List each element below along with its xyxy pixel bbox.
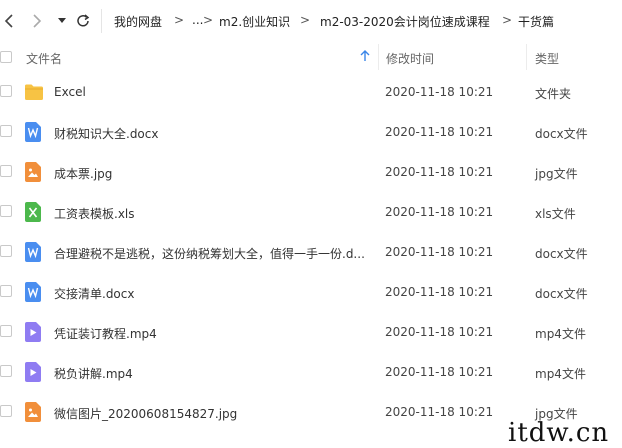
forward-arrow-icon [33,14,42,28]
file-modified-time: 2020-11-18 10:21 [385,125,494,139]
file-row[interactable]: 合理避税不是逃税，这份纳税筹划大全，值得一手一份.d... 2020-11-18… [0,232,622,272]
file-row[interactable]: 税负讲解.mp4 2020-11-18 10:21 mp4文件 [0,352,622,392]
row-checkbox[interactable] [0,325,12,337]
breadcrumb-item-folder-2[interactable]: m2-03-2020会计岗位速成课程 [320,13,490,30]
breadcrumb-item-my-drive[interactable]: 我的网盘 [114,13,162,30]
breadcrumb-separator: > [502,13,513,27]
file-row[interactable]: 成本票.jpg 2020-11-18 10:21 jpg文件 [0,152,622,192]
file-modified-time: 2020-11-18 10:21 [385,325,494,339]
file-modified-time: 2020-11-18 10:21 [385,165,494,179]
column-header-modified[interactable]: 修改时间 [386,50,434,67]
back-button[interactable] [2,12,16,30]
word-icon [25,122,43,142]
row-checkbox[interactable] [0,245,12,257]
sort-ascending-icon[interactable] [360,50,370,65]
back-arrow-icon [4,14,13,28]
file-row[interactable]: 凭证装订教程.mp4 2020-11-18 10:21 mp4文件 [0,312,622,352]
breadcrumb-item-folder-1[interactable]: m2.创业知识 [219,13,290,30]
file-name[interactable]: 合理避税不是逃税，这份纳税筹划大全，值得一手一份.d... [54,245,365,262]
file-name[interactable]: 交接清单.docx [54,285,134,302]
file-modified-time: 2020-11-18 10:21 [385,405,494,419]
caret-down-icon [58,18,66,23]
video-icon [25,362,43,382]
forward-button[interactable] [30,12,44,30]
watermark: itdw.cn [508,418,610,448]
select-all-checkbox[interactable] [0,51,12,63]
file-type: docx文件 [535,127,588,141]
column-divider [526,44,527,70]
word-icon [25,282,43,302]
file-name[interactable]: 微信图片_20200608154827.jpg [54,405,237,422]
history-dropdown-button[interactable] [56,15,68,27]
file-name[interactable]: 凭证装订教程.mp4 [54,325,157,342]
file-name[interactable]: 财税知识大全.docx [54,125,158,142]
file-list-header: 文件名 修改时间 类型 [0,42,622,72]
file-type: docx文件 [535,247,588,261]
image-icon [25,162,43,182]
file-row[interactable]: Excel 2020-11-18 10:21 文件夹 [0,72,622,112]
refresh-button[interactable] [74,12,92,30]
row-checkbox[interactable] [0,365,12,377]
file-type: 文件夹 [535,87,572,101]
file-row[interactable]: 财税知识大全.docx 2020-11-18 10:21 docx文件 [0,112,622,152]
row-checkbox[interactable] [0,285,12,297]
file-name[interactable]: 工资表模板.xls [54,205,135,222]
row-checkbox[interactable] [0,405,12,417]
top-nav-bar: 我的网盘 > ... > m2.创业知识 > m2-03-2020会计岗位速成课… [0,0,622,42]
column-divider [378,44,379,70]
file-row[interactable]: 工资表模板.xls 2020-11-18 10:21 xls文件 [0,192,622,232]
file-type: mp4文件 [535,327,586,341]
toolbar-divider [101,9,102,33]
breadcrumb-item-current[interactable]: 干货篇 [518,13,554,30]
image-icon [25,402,43,422]
excel-icon [25,202,43,222]
file-modified-time: 2020-11-18 10:21 [385,365,494,379]
breadcrumb-item-ellipsis[interactable]: ... [192,13,203,27]
file-modified-time: 2020-11-18 10:21 [385,245,494,259]
file-modified-time: 2020-11-18 10:21 [385,85,494,99]
folder-icon [24,83,43,103]
file-type: jpg文件 [535,167,578,181]
column-header-name[interactable]: 文件名 [26,50,62,67]
refresh-icon [77,14,90,27]
file-name[interactable]: 税负讲解.mp4 [54,365,133,382]
video-icon [25,322,43,342]
column-header-type[interactable]: 类型 [535,50,559,67]
file-name[interactable]: 成本票.jpg [54,165,112,182]
file-row[interactable]: 交接清单.docx 2020-11-18 10:21 docx文件 [0,272,622,312]
file-name[interactable]: Excel [54,85,86,99]
word-icon [25,242,43,262]
file-type: docx文件 [535,287,588,301]
file-modified-time: 2020-11-18 10:21 [385,285,494,299]
row-checkbox[interactable] [0,205,12,217]
breadcrumb-separator: > [203,13,214,27]
file-modified-time: 2020-11-18 10:21 [385,205,494,219]
row-checkbox[interactable] [0,165,12,177]
file-type: mp4文件 [535,367,586,381]
breadcrumb-separator: > [300,13,311,27]
file-type: xls文件 [535,207,576,221]
row-checkbox[interactable] [0,125,12,137]
row-checkbox[interactable] [0,85,12,97]
breadcrumb-separator: > [174,13,185,27]
